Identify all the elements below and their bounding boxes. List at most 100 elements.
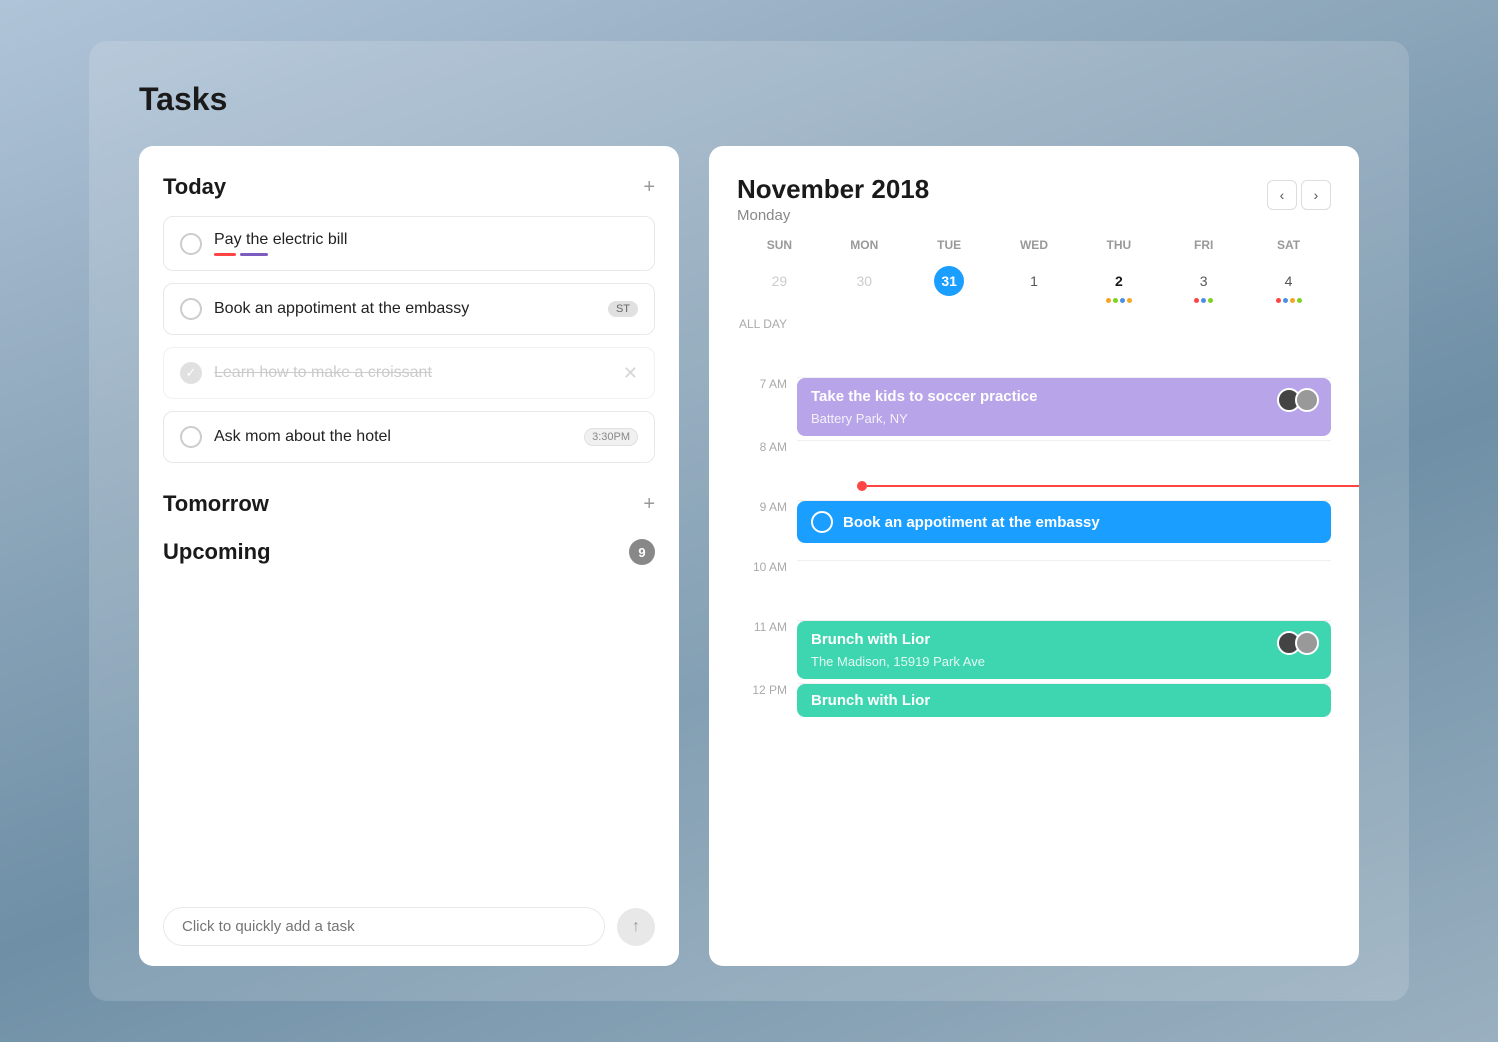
day-number: 4 bbox=[1274, 266, 1304, 296]
calendar-event[interactable]: Brunch with Lior The Madison, 15919 Park… bbox=[797, 621, 1331, 679]
today-title: Today bbox=[163, 174, 226, 200]
today-header: Today + bbox=[163, 174, 655, 200]
weekday-header: THU bbox=[1076, 230, 1161, 260]
time-content bbox=[797, 440, 1331, 500]
task-item: Ask mom about the hotel 3:30PM bbox=[163, 411, 655, 463]
app-title: Tasks bbox=[139, 81, 1359, 118]
calendar-navigation: ‹ › bbox=[1267, 180, 1331, 210]
day-number: 1 bbox=[1019, 266, 1049, 296]
next-month-button[interactable]: › bbox=[1301, 180, 1331, 210]
weekday-header: SUN bbox=[737, 230, 822, 260]
task-close-button[interactable]: ✕ bbox=[623, 363, 638, 384]
task-underlines bbox=[214, 253, 638, 256]
task-checkbox[interactable] bbox=[180, 233, 202, 255]
time-label: 12 PM bbox=[737, 683, 797, 697]
day-number: 2 bbox=[1104, 266, 1134, 296]
calendar-title-block: November 2018 Monday bbox=[737, 174, 929, 224]
time-label: 9 AM bbox=[737, 500, 797, 514]
time-content: Brunch with Lior bbox=[797, 683, 1331, 743]
upcoming-header: Upcoming 9 bbox=[163, 535, 655, 569]
time-row-12pm: 12 PM Brunch with Lior bbox=[737, 683, 1331, 743]
time-indicator-line bbox=[867, 485, 1359, 487]
task-item: Book an appotiment at the embassy ST bbox=[163, 283, 655, 335]
event-dot bbox=[1297, 298, 1302, 303]
quick-add-submit-button[interactable]: ↑ bbox=[617, 908, 655, 946]
event-location: Battery Park, NY bbox=[811, 411, 1317, 426]
time-content: Book an appotiment at the embassy bbox=[797, 500, 1331, 560]
event-title: Book an appotiment at the embassy bbox=[843, 514, 1100, 531]
task-time-badge: 3:30PM bbox=[584, 428, 638, 446]
event-avatars bbox=[1277, 631, 1319, 655]
task-content: Learn how to make a croissant bbox=[214, 364, 611, 382]
underline-purple bbox=[240, 253, 268, 256]
time-indicator-dot bbox=[857, 481, 867, 491]
calendar-day[interactable]: 30 bbox=[822, 260, 907, 309]
calendar-day[interactable]: 4 bbox=[1246, 260, 1331, 309]
event-dots bbox=[1076, 298, 1161, 303]
task-text: Ask mom about the hotel bbox=[214, 428, 572, 446]
calendar-day[interactable]: 29 bbox=[737, 260, 822, 309]
prev-month-button[interactable]: ‹ bbox=[1267, 180, 1297, 210]
event-avatars bbox=[1277, 388, 1319, 412]
weekday-header: MON bbox=[822, 230, 907, 260]
calendar-month: November 2018 bbox=[737, 174, 929, 205]
event-dot bbox=[1194, 298, 1199, 303]
day-number: 29 bbox=[764, 266, 794, 296]
time-label: 8 AM bbox=[737, 440, 797, 454]
task-checkbox[interactable] bbox=[180, 298, 202, 320]
time-row-10am: 10 AM bbox=[737, 560, 1331, 620]
time-row-allday: ALL DAY bbox=[737, 317, 1331, 377]
event-dot bbox=[1120, 298, 1125, 303]
add-tomorrow-button[interactable]: + bbox=[643, 494, 655, 514]
add-today-button[interactable]: + bbox=[643, 177, 655, 197]
right-panel: November 2018 Monday ‹ › SUN MON TUE WED… bbox=[709, 146, 1359, 966]
calendar-day[interactable]: 31 bbox=[907, 260, 992, 309]
event-dot bbox=[1276, 298, 1281, 303]
current-time-indicator bbox=[857, 481, 1359, 491]
tomorrow-title: Tomorrow bbox=[163, 491, 269, 517]
task-text-completed: Learn how to make a croissant bbox=[214, 364, 611, 382]
weekday-header: WED bbox=[992, 230, 1077, 260]
calendar-event[interactable]: Take the kids to soccer practice Battery… bbox=[797, 378, 1331, 436]
upcoming-count-badge: 9 bbox=[629, 539, 655, 565]
event-location: The Madison, 15919 Park Ave bbox=[811, 654, 1317, 669]
task-checkbox[interactable] bbox=[180, 426, 202, 448]
quick-add-input[interactable] bbox=[163, 907, 605, 946]
event-title: Brunch with Lior bbox=[811, 692, 1317, 709]
calendar-day[interactable]: 2 bbox=[1076, 260, 1161, 309]
event-title: Take the kids to soccer practice bbox=[811, 388, 1317, 405]
calendar-event[interactable]: Brunch with Lior bbox=[797, 684, 1331, 717]
time-row-11am: 11 AM Brunch with Lior The Madison, 1591… bbox=[737, 620, 1331, 683]
calendar-day[interactable]: 3 bbox=[1161, 260, 1246, 309]
panels: Today + Pay the electric bill Book bbox=[139, 146, 1359, 966]
calendar-day[interactable]: 1 bbox=[992, 260, 1077, 309]
weekday-header: FRI bbox=[1161, 230, 1246, 260]
underline-red bbox=[214, 253, 236, 256]
task-item: ✓ Learn how to make a croissant ✕ bbox=[163, 347, 655, 399]
time-row-8am: 8 AM bbox=[737, 440, 1331, 500]
left-panel: Today + Pay the electric bill Book bbox=[139, 146, 679, 966]
time-content bbox=[797, 317, 1331, 377]
time-content: Take the kids to soccer practice Battery… bbox=[797, 377, 1331, 440]
day-number-today: 31 bbox=[934, 266, 964, 296]
task-checkbox-done[interactable]: ✓ bbox=[180, 362, 202, 384]
day-number: 3 bbox=[1189, 266, 1219, 296]
calendar-day-label: Monday bbox=[737, 207, 929, 224]
event-dots bbox=[1161, 298, 1246, 303]
time-label: ALL DAY bbox=[737, 317, 797, 331]
task-text: Pay the electric bill bbox=[214, 231, 638, 249]
event-dot bbox=[1113, 298, 1118, 303]
event-dot bbox=[1106, 298, 1111, 303]
badge-initials: ST bbox=[616, 303, 630, 315]
task-assignee-badge: ST bbox=[608, 301, 638, 317]
calendar-event[interactable]: Book an appotiment at the embassy bbox=[797, 501, 1331, 543]
calendar-header: November 2018 Monday ‹ › bbox=[737, 174, 1331, 224]
event-dot bbox=[1283, 298, 1288, 303]
task-content: Book an appotiment at the embassy bbox=[214, 300, 596, 318]
task-content: Pay the electric bill bbox=[214, 231, 638, 256]
day-number: 30 bbox=[849, 266, 879, 296]
calendar-grid: SUN MON TUE WED THU FRI SAT 29 30 31 1 2 bbox=[737, 230, 1331, 309]
time-label: 11 AM bbox=[737, 620, 797, 634]
weekday-header: TUE bbox=[907, 230, 992, 260]
weekday-header: SAT bbox=[1246, 230, 1331, 260]
